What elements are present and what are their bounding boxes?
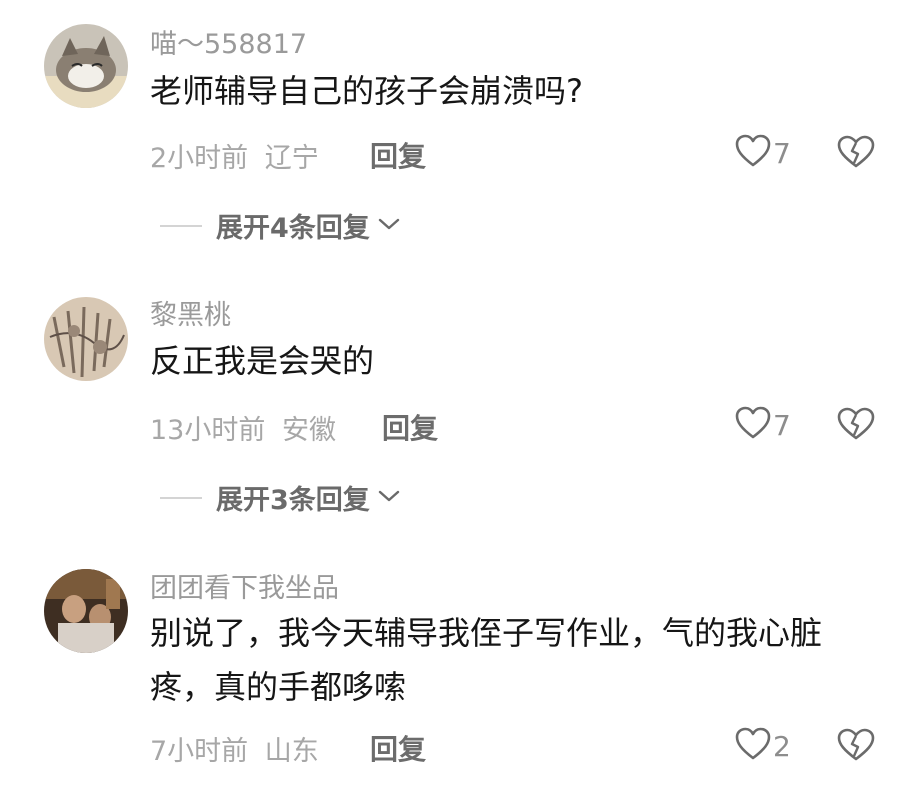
expand-label: 展开4条回复	[216, 213, 370, 244]
like-count: 2	[773, 729, 791, 763]
broken-heart-icon	[837, 135, 875, 173]
divider	[160, 224, 202, 227]
avatar[interactable]	[44, 569, 128, 653]
like-button[interactable]: 2	[735, 727, 791, 765]
comment-text: 别说了，我今天辅导我侄子写作业，气的我心脏疼，真的手都哆嗦	[150, 614, 823, 706]
like-button[interactable]: 7	[735, 406, 791, 444]
chevron-down-icon	[378, 488, 400, 507]
username[interactable]: 黎黑桃	[150, 293, 231, 332]
expand-replies-button[interactable]: 展开3条回复	[160, 478, 400, 517]
timestamp: 7小时前	[150, 736, 249, 767]
like-count: 7	[773, 136, 791, 170]
heart-outline-icon	[735, 134, 771, 172]
username[interactable]: 喵～558817	[150, 22, 307, 61]
broken-heart-icon	[837, 728, 875, 766]
comment-meta: 13小时前 安徽	[150, 408, 336, 447]
heart-outline-icon	[735, 406, 771, 444]
dislike-button[interactable]	[837, 728, 875, 766]
username[interactable]: 团团看下我坐品	[150, 566, 339, 605]
chevron-down-icon	[378, 216, 400, 235]
expand-replies-button[interactable]: 展开4条回复	[160, 206, 400, 245]
dislike-button[interactable]	[837, 135, 875, 173]
expand-label: 展开3条回复	[216, 485, 370, 516]
timestamp: 2小时前	[150, 143, 249, 174]
location: 山东	[264, 736, 319, 767]
comment-meta: 2小时前 辽宁	[150, 136, 319, 175]
avatar[interactable]	[44, 24, 128, 108]
reply-button[interactable]: 回复	[370, 728, 426, 768]
divider	[160, 496, 202, 499]
comment-text: 反正我是会哭的	[150, 342, 375, 380]
avatar[interactable]	[44, 297, 128, 381]
comment-text: 老师辅导自己的孩子会崩溃吗?	[150, 72, 583, 110]
reply-button[interactable]: 回复	[382, 407, 438, 447]
like-button[interactable]: 7	[735, 134, 791, 172]
comment-meta: 7小时前 山东	[150, 729, 319, 768]
location: 辽宁	[264, 143, 319, 174]
broken-heart-icon	[837, 407, 875, 445]
reply-button[interactable]: 回复	[370, 135, 426, 175]
heart-outline-icon	[735, 727, 771, 765]
dislike-button[interactable]	[837, 407, 875, 445]
timestamp: 13小时前	[150, 415, 266, 446]
like-count: 7	[773, 408, 791, 442]
location: 安徽	[281, 415, 336, 446]
